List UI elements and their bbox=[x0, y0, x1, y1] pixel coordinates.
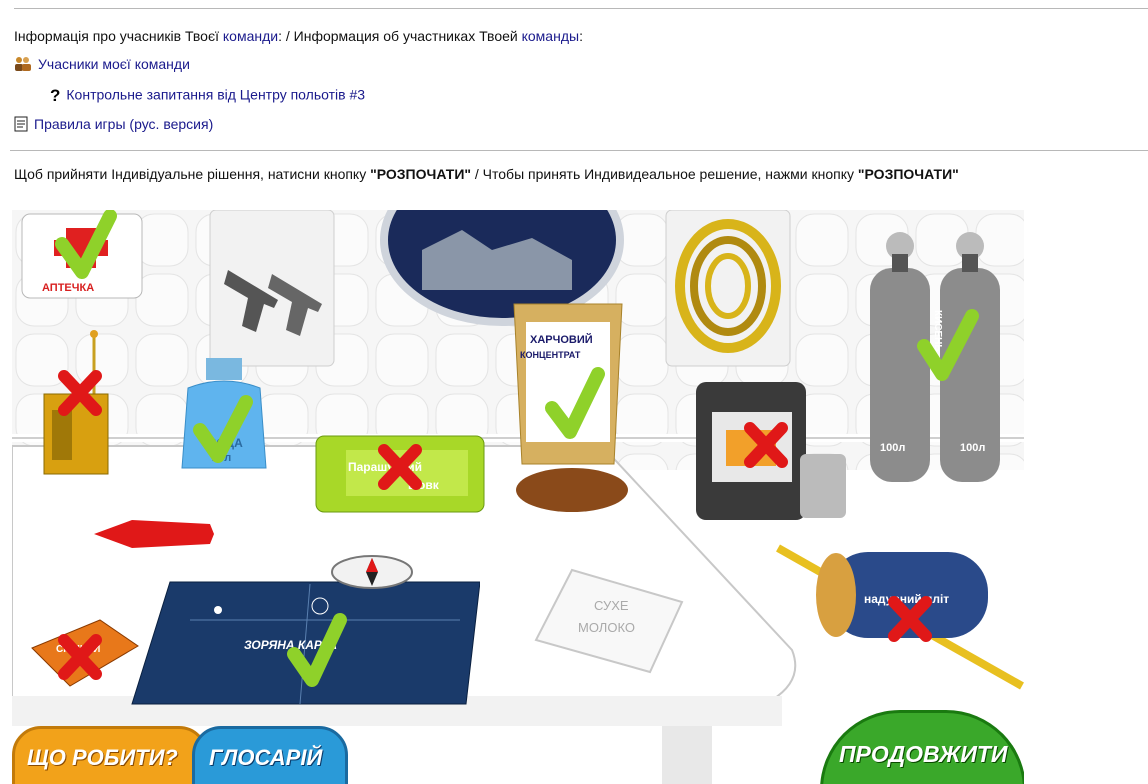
document-icon bbox=[14, 116, 28, 135]
team-info-line: Інформація про учасників Твоєї команди: … bbox=[14, 28, 583, 44]
game-scene: АПТЕЧКА 100л 100л КИСЕНЬ ВОДА 20л ХАРЧОВ… bbox=[12, 210, 1024, 784]
team-link-ua[interactable]: команди bbox=[223, 28, 278, 44]
compass-item[interactable] bbox=[330, 550, 414, 590]
team-members-row: Учасники моєї команди bbox=[14, 56, 190, 75]
team-info-middle: : / Информация об участниках Твоей bbox=[278, 28, 522, 44]
top-divider bbox=[14, 8, 1148, 9]
parachute-label-2: шовк bbox=[408, 478, 439, 492]
matches-label: СІРНИКИ bbox=[56, 644, 101, 655]
heater-item[interactable] bbox=[692, 372, 852, 524]
radio-item[interactable] bbox=[38, 330, 112, 478]
people-icon bbox=[14, 56, 32, 75]
dry-milk-label-1: СУХЕ bbox=[594, 598, 629, 613]
control-question-row: ? Контрольне запитання від Центру польоті… bbox=[50, 86, 365, 106]
rope-item[interactable] bbox=[668, 210, 788, 362]
instruction-text: Щоб прийняти Індивідуальне рішення, нати… bbox=[14, 166, 1139, 182]
signal-flares-item[interactable] bbox=[92, 510, 216, 558]
team-info-prefix: Інформація про учасників Твоєї bbox=[14, 28, 223, 44]
food-concentrate-item[interactable] bbox=[508, 300, 632, 520]
continue-label: ПРОДОВЖИТИ bbox=[839, 741, 1008, 767]
food-label-1: ХАРЧОВИЙ bbox=[530, 334, 593, 346]
instruction-part1: Щоб прийняти Індивідуальне рішення, нати… bbox=[14, 166, 371, 182]
instruction-part2: / Чтобы принять Индивидеальное решение, … bbox=[471, 166, 858, 182]
first-aid-label: АПТЕЧКА bbox=[42, 282, 95, 294]
water-label-2: 20л bbox=[212, 452, 232, 464]
inflatable-raft-item[interactable] bbox=[776, 536, 1024, 698]
glossary-button[interactable]: ГЛОСАРІЙ bbox=[192, 726, 348, 784]
what-to-do-label: ЩО РОБИТИ? bbox=[27, 745, 178, 770]
water-label-1: ВОДА bbox=[208, 436, 243, 450]
team-info-suffix: : bbox=[579, 28, 583, 44]
team-members-link[interactable]: Учасники моєї команди bbox=[38, 56, 190, 72]
glossary-label: ГЛОСАРІЙ bbox=[209, 745, 323, 770]
pistols-item[interactable] bbox=[222, 260, 332, 360]
food-label-2: КОНЦЕНТРАТ bbox=[520, 350, 581, 360]
raft-label: надувний пліт bbox=[864, 592, 950, 606]
oxygen-volume-1: 100л bbox=[880, 442, 906, 454]
rules-link[interactable]: Правила игры (рус. версия) bbox=[34, 116, 213, 132]
rules-row: Правила игры (рус. версия) bbox=[14, 116, 213, 135]
parachute-label-1: Парашутний bbox=[348, 460, 423, 474]
middle-divider bbox=[10, 150, 1148, 151]
team-link-ru[interactable]: команды bbox=[522, 28, 579, 44]
start-keyword-1: "РОЗПОЧАТИ" bbox=[370, 166, 472, 182]
dry-milk-label-2: МОЛОКО bbox=[578, 620, 635, 635]
oxygen-label: КИСЕНЬ bbox=[932, 310, 943, 352]
question-icon: ? bbox=[50, 86, 61, 105]
what-to-do-button[interactable]: ЩО РОБИТИ? bbox=[12, 726, 208, 784]
control-question-link[interactable]: Контрольне запитання від Центру польотів… bbox=[66, 87, 365, 103]
start-keyword-2: "РОЗПОЧАТИ" bbox=[857, 166, 959, 182]
star-map-label: ЗОРЯНА КАРТА bbox=[244, 638, 337, 652]
oxygen-volume-2: 100л bbox=[960, 442, 986, 454]
